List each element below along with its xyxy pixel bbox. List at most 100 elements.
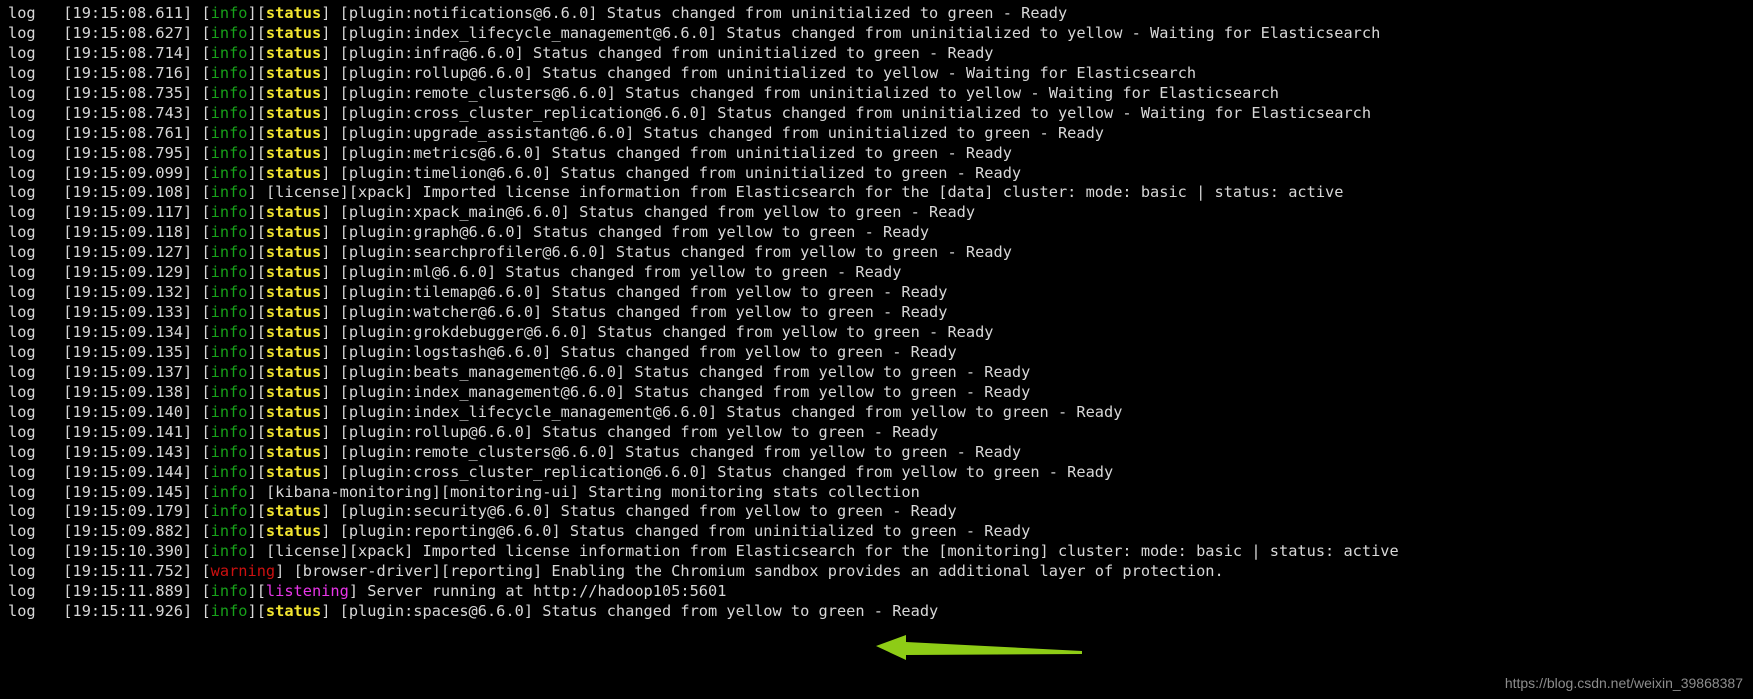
log-timestamp: [19:15:09.145]: [63, 482, 193, 501]
log-level: log: [8, 582, 36, 601]
log-line: log [19:15:09.138] [info][status] [plugi…: [0, 383, 1753, 403]
log-gap: [330, 44, 339, 62]
log-tag-status: status: [265, 502, 322, 521]
log-level: log: [8, 4, 36, 22]
log-tag-plain: [: [201, 23, 211, 42]
log-gap: [330, 363, 339, 381]
log-level: log: [8, 382, 36, 401]
log-level: log: [8, 542, 36, 561]
log-message: [plugin:index_lifecycle_management@6.6.0…: [339, 23, 1381, 42]
log-line: log [19:15:09.143] [info][status] [plugi…: [0, 443, 1753, 463]
log-tag-status: status: [265, 4, 322, 22]
log-tag-plain: [: [201, 123, 211, 142]
log-timestamp: [19:15:09.129]: [63, 263, 193, 282]
csdn-watermark: https://blog.csdn.net/weixin_39868387: [1504, 675, 1743, 691]
terminal-log-output[interactable]: log [19:15:08.611] [info][status] [plugi…: [0, 0, 1753, 699]
log-tag-plain: [: [201, 183, 211, 202]
log-timestamp: [19:15:09.882]: [63, 522, 193, 541]
log-message: [license][xpack] Imported license inform…: [265, 183, 1344, 202]
log-tag-plain: [: [201, 582, 211, 601]
log-tag-plain: ]: [247, 482, 257, 501]
log-timestamp: [19:15:11.889]: [63, 582, 193, 601]
log-message: [plugin:security@6.6.0] Status changed f…: [339, 502, 957, 521]
log-message: [plugin:reporting@6.6.0] Status changed …: [339, 522, 1031, 541]
log-line: log [19:15:11.926] [info][status] [plugi…: [0, 602, 1753, 622]
log-gap: [257, 183, 266, 201]
log-timestamp: [19:15:09.132]: [63, 283, 193, 302]
log-tag-status: status: [265, 103, 322, 122]
log-tag-status: status: [265, 23, 322, 42]
log-gap: [358, 582, 367, 600]
log-tag-info: info: [210, 263, 248, 282]
log-gap: [36, 483, 64, 501]
log-tag-plain: ][: [247, 223, 266, 242]
log-message: [plugin:remote_clusters@6.6.0] Status ch…: [339, 83, 1279, 102]
log-tag-plain: ][: [247, 63, 266, 82]
log-gap: [36, 502, 64, 520]
log-message: [plugin:index_lifecycle_management@6.6.0…: [339, 402, 1123, 421]
log-gap: [36, 522, 64, 540]
log-tag-plain: ][: [247, 362, 266, 381]
log-level: log: [8, 342, 36, 361]
log-gap: [330, 64, 339, 82]
log-tag-plain: [: [201, 422, 211, 441]
log-timestamp: [19:15:09.138]: [63, 382, 193, 401]
log-gap: [36, 582, 64, 600]
log-level: log: [8, 482, 36, 501]
log-tag-plain: ]: [348, 582, 359, 601]
log-tag-info: info: [210, 43, 248, 62]
log-line-list: log [19:15:08.611] [info][status] [plugi…: [0, 4, 1753, 622]
log-level: log: [8, 323, 36, 341]
log-message: [plugin:searchprofiler@6.6.0] Status cha…: [339, 243, 1012, 262]
log-tag-status: status: [265, 263, 322, 282]
log-gap: [330, 323, 339, 341]
log-gap: [36, 203, 64, 221]
log-tag-info: info: [210, 163, 248, 182]
log-gap: [36, 343, 64, 361]
log-gap: [330, 303, 339, 321]
log-tag-plain: [: [201, 4, 211, 22]
log-tag-plain: [: [201, 163, 211, 182]
log-tag-plain: ]: [275, 562, 285, 581]
log-gap: [36, 283, 64, 301]
log-level: log: [8, 183, 36, 202]
log-level: log: [8, 502, 36, 521]
log-tag-plain: ][: [247, 143, 266, 162]
log-message: [plugin:infra@6.6.0] Status changed from…: [339, 43, 994, 62]
log-gap: [330, 4, 339, 22]
log-tag-plain: ][: [247, 163, 266, 182]
log-gap: [36, 164, 64, 182]
log-gap: [330, 383, 339, 401]
log-line: log [19:15:09.132] [info][status] [plugi…: [0, 283, 1753, 303]
log-tag-status: status: [265, 203, 322, 222]
log-gap: [36, 562, 64, 580]
log-timestamp: [19:15:09.140]: [63, 402, 193, 421]
log-tag-info: info: [210, 522, 248, 541]
log-line: log [19:15:09.137] [info][status] [plugi…: [0, 363, 1753, 383]
log-timestamp: [19:15:10.390]: [63, 542, 193, 561]
log-tag-info: info: [210, 342, 248, 361]
log-gap: [36, 144, 64, 162]
log-timestamp: [19:15:09.108]: [63, 183, 193, 202]
log-timestamp: [19:15:08.735]: [63, 83, 193, 102]
log-tag-plain: ][: [247, 303, 266, 322]
log-gap: [330, 502, 339, 520]
log-timestamp: [19:15:09.137]: [63, 362, 193, 381]
log-gap: [36, 124, 64, 142]
log-tag-plain: ]: [247, 542, 257, 561]
log-tag-listening: listening: [265, 582, 349, 601]
log-line: log [19:15:08.761] [info][status] [plugi…: [0, 124, 1753, 144]
log-tag-status: status: [265, 243, 322, 262]
log-line: log [19:15:09.133] [info][status] [plugi…: [0, 303, 1753, 323]
log-tag-plain: [: [201, 402, 211, 421]
log-message: [plugin:cross_cluster_replication@6.6.0]…: [339, 462, 1114, 481]
log-tag-info: info: [210, 123, 248, 142]
log-tag-plain: [: [201, 562, 211, 581]
log-tag-info: info: [210, 23, 248, 42]
log-message: [plugin:notifications@6.6.0] Status chan…: [339, 4, 1068, 22]
log-gap: [36, 243, 64, 261]
log-line: log [19:15:09.134] [info][status] [plugi…: [0, 323, 1753, 343]
log-message: [plugin:rollup@6.6.0] Status changed fro…: [339, 63, 1197, 82]
log-tag-plain: [: [201, 323, 211, 341]
log-timestamp: [19:15:08.714]: [63, 43, 193, 62]
